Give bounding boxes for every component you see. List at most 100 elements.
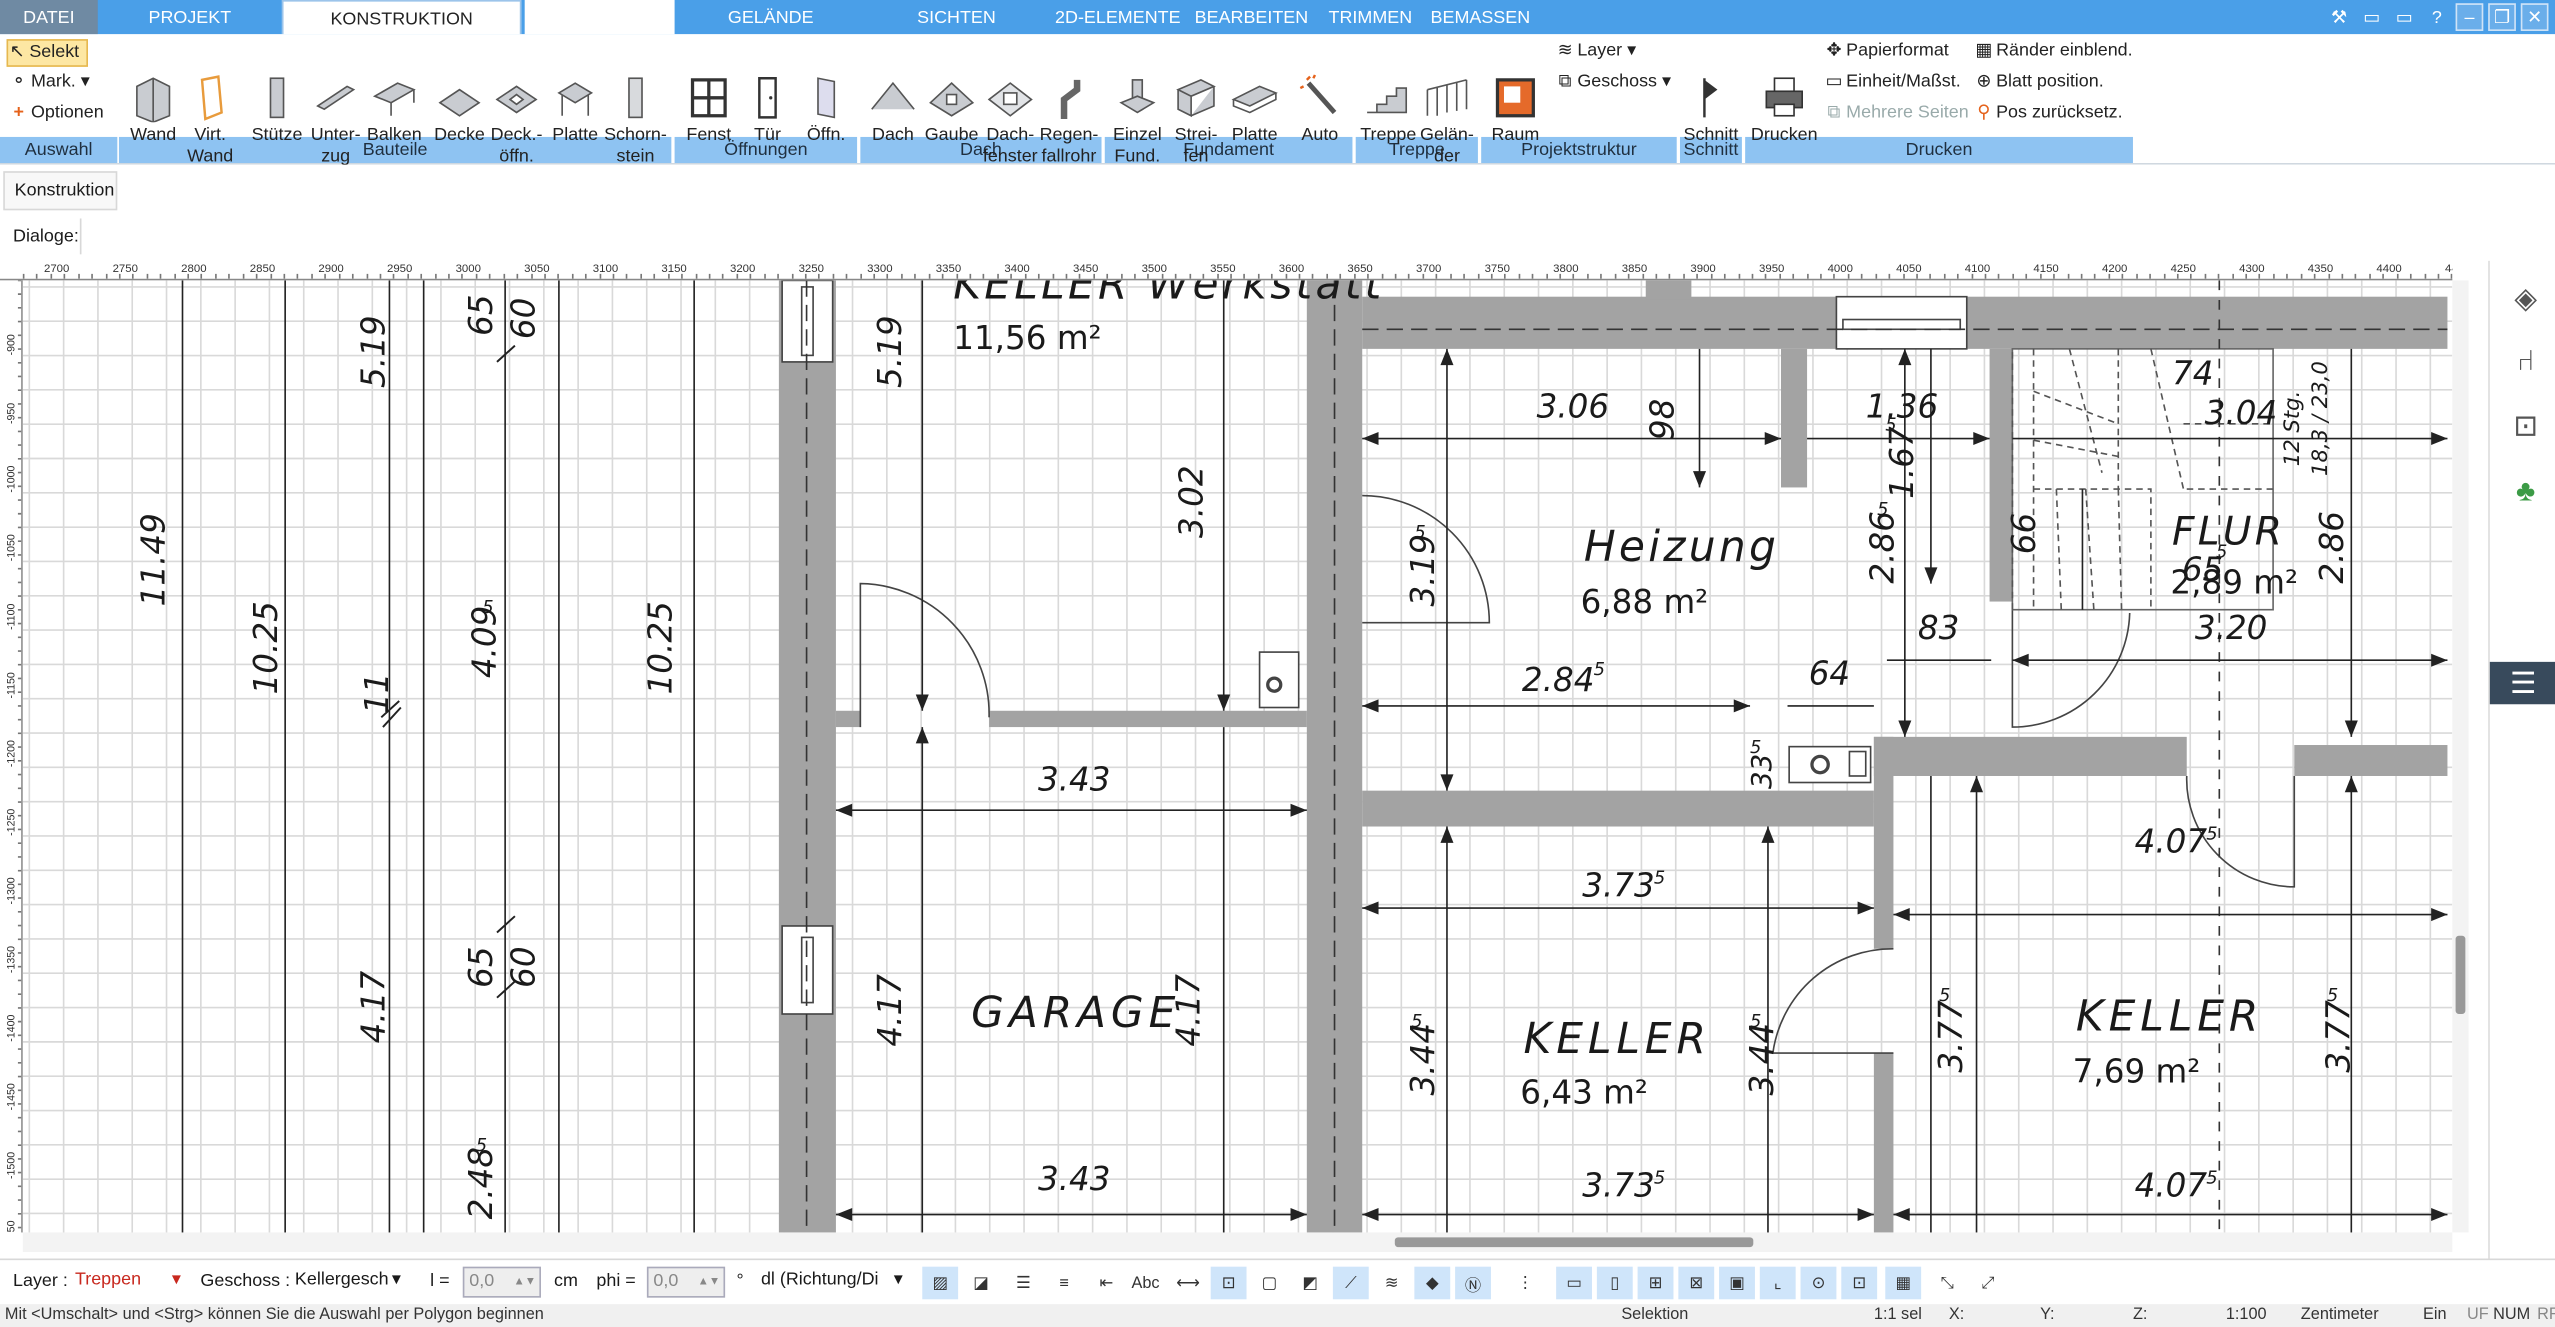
more-icon[interactable]: ⋮: [1507, 1267, 1543, 1300]
vertical-scrollbar[interactable]: [2452, 280, 2469, 1233]
horizontal-scroll-thumb[interactable]: [1394, 1237, 1754, 1248]
pos-zuruecksetzen-button[interactable]: ⚲ Pos zurücksetz.: [1975, 101, 2122, 125]
tree-icon[interactable]: ♣: [2504, 470, 2546, 512]
geschoss-select[interactable]: Kellergesch ▾: [290, 1266, 405, 1298]
plane-icon[interactable]: ◆: [1414, 1266, 1451, 1300]
tab-sichten[interactable]: SICHTEN: [899, 0, 1013, 34]
selekt-button[interactable]: ↖ Selekt: [6, 39, 88, 67]
length-input[interactable]: 0,0 ▲▼: [462, 1266, 541, 1298]
minimize-button[interactable]: –: [2455, 3, 2484, 31]
horizontal-scrollbar[interactable]: [22, 1232, 2453, 1253]
tab-bearbeiten[interactable]: BEARBEITEN: [1194, 0, 1309, 34]
panel-title[interactable]: Konstruktion: [3, 171, 118, 211]
decke-button[interactable]: Decke: [430, 73, 489, 146]
dimension-style-icon[interactable]: ⇤: [1088, 1267, 1124, 1300]
schnitt-button[interactable]: Schnitt: [1680, 73, 1742, 146]
einzelfundament-button[interactable]: Einzel Fund.: [1108, 73, 1167, 168]
wand-button[interactable]: Wand: [124, 73, 183, 146]
tab-2d-elemente[interactable]: 2D-ELEMENTE: [1051, 0, 1185, 34]
view-plan-icon[interactable]: ⊞: [1637, 1266, 1674, 1300]
focus-icon[interactable]: ⊡: [2504, 404, 2546, 446]
tab-konstruktion[interactable]: KONSTRUKTION: [281, 0, 522, 35]
gaube-button[interactable]: Gaube: [922, 73, 981, 146]
drucken-button[interactable]: Drucken: [1748, 73, 1820, 146]
mehrere-seiten-button[interactable]: ⧉ Mehrere Seiten: [1825, 101, 1969, 125]
stuetze-button[interactable]: Stütze: [248, 73, 307, 146]
floor-plan[interactable]: 11.49 10.25 5.19 11 4.09 65 60 4.17 65 6…: [22, 280, 2453, 1233]
restore-button[interactable]: ❐: [2488, 3, 2516, 31]
frame-icon[interactable]: ▢: [1251, 1267, 1287, 1300]
dim-text: 4.07: [2135, 1167, 2208, 1205]
grid-icon[interactable]: ▦: [1885, 1266, 1922, 1300]
spinner-icon[interactable]: ▲▼: [698, 1268, 721, 1296]
optionen-button[interactable]: + Optionen: [10, 101, 103, 125]
fundamentplatte-button[interactable]: Platte: [1225, 73, 1284, 146]
schornstein-button[interactable]: Schorn- stein: [603, 73, 668, 168]
einheit-massstab-button[interactable]: ▭ Einheit/Maßst.: [1825, 70, 1960, 94]
folder-open-icon[interactable]: ▭: [2390, 3, 2418, 31]
treppe-button[interactable]: Treppe: [1359, 73, 1418, 146]
tab-trimmen[interactable]: TRIMMEN: [1320, 0, 1421, 34]
layer-dropdown[interactable]: ≋ Layer ▾: [1556, 39, 1637, 63]
material-icon[interactable]: ◩: [1292, 1267, 1328, 1300]
view-image-icon[interactable]: ▣: [1719, 1266, 1755, 1300]
snap-box-icon[interactable]: ⊡: [1210, 1266, 1247, 1300]
platte-button[interactable]: Platte: [547, 73, 602, 146]
close-button[interactable]: ✕: [2520, 3, 2549, 31]
menu-icon[interactable]: ☰: [2489, 661, 2555, 705]
line-weight-icon[interactable]: ☰: [1005, 1267, 1041, 1300]
tab-blank[interactable]: [524, 0, 675, 35]
text-style-icon[interactable]: Abc: [1128, 1267, 1164, 1300]
auto-button[interactable]: Auto: [1291, 73, 1350, 146]
mark-button[interactable]: ⚬ Mark. ▾: [10, 70, 90, 94]
view-page-icon[interactable]: ▯: [1596, 1266, 1633, 1300]
hatch-icon[interactable]: ▨: [922, 1266, 959, 1300]
help-icon[interactable]: ?: [2423, 3, 2451, 31]
regenfallrohr-button[interactable]: Regen- fallrohr: [1040, 73, 1098, 168]
snap-settings-icon[interactable]: ⤡: [1929, 1267, 1965, 1300]
tuer-button[interactable]: Tür: [740, 73, 795, 146]
drawing-canvas[interactable]: 11.49 10.25 5.19 11 4.09 65 60 4.17 65 6…: [22, 280, 2453, 1233]
view-zoom-icon[interactable]: ⊠: [1678, 1266, 1715, 1300]
view-cad-icon[interactable]: ⊡: [1841, 1266, 1878, 1300]
dach-button[interactable]: Dach: [864, 73, 923, 146]
papierformat-button[interactable]: ✥ Papierformat: [1825, 39, 1948, 63]
line-style-icon[interactable]: ≡: [1046, 1267, 1082, 1300]
oeffnung-button[interactable]: Öffn.: [798, 73, 853, 146]
unterzug-button[interactable]: Unter- zug: [306, 73, 365, 168]
view-center-icon[interactable]: ⊙: [1800, 1266, 1837, 1300]
tab-gelaende[interactable]: GELÄNDE: [701, 0, 841, 34]
raum-button[interactable]: Raum: [1486, 73, 1545, 146]
folder-icon[interactable]: ▭: [2358, 3, 2386, 31]
balken-button[interactable]: Balken: [365, 73, 424, 146]
virt-wand-button[interactable]: Virt. Wand: [182, 73, 237, 168]
view-2d-icon[interactable]: ▭: [1556, 1266, 1592, 1300]
geschoss-dropdown[interactable]: ⧉ Geschoss ▾: [1556, 70, 1671, 94]
direction-select[interactable]: dl (Richtung/Di ▾: [756, 1266, 906, 1298]
vertical-scroll-thumb[interactable]: [2455, 935, 2466, 1014]
deckenoeffnung-button[interactable]: Deck.- öffn.: [489, 73, 544, 168]
north-icon[interactable]: Ⓝ: [1455, 1266, 1491, 1300]
fill-icon[interactable]: ◪: [963, 1267, 999, 1300]
raender-einblenden-button[interactable]: ▦ Ränder einblend.: [1975, 39, 2132, 63]
spinner-icon[interactable]: ▲▼: [514, 1268, 537, 1296]
angle-input[interactable]: 0,0 ▲▼: [646, 1266, 726, 1298]
pointer-snap-icon[interactable]: ⤢: [1970, 1267, 2006, 1300]
tab-bemassen[interactable]: BEMASSEN: [1429, 0, 1532, 34]
streifenfundament-button[interactable]: Strei- fen: [1167, 73, 1226, 168]
view-corner-icon[interactable]: ⌞: [1759, 1266, 1796, 1300]
layer-stack-icon[interactable]: ≋: [1374, 1267, 1410, 1300]
gelaender-button[interactable]: Gelän- der: [1418, 73, 1477, 168]
tools-icon[interactable]: ⚒: [2325, 3, 2353, 31]
tab-projekt[interactable]: PROJEKT: [98, 0, 282, 34]
tab-datei[interactable]: DATEI: [0, 0, 98, 35]
dachfenster-button[interactable]: Dach- fenster: [981, 73, 1040, 168]
measure-icon[interactable]: ⟷: [1170, 1267, 1206, 1300]
blatt-positionieren-button[interactable]: ⊕ Blatt position.: [1975, 70, 2103, 94]
armchair-icon[interactable]: ⑁: [2504, 339, 2546, 381]
ruler-tick: [1477, 273, 1479, 279]
layer-select[interactable]: Treppen ▾: [70, 1266, 185, 1298]
snap-line-icon[interactable]: ⟋: [1332, 1266, 1369, 1300]
fenster-button[interactable]: Fenst: [681, 73, 736, 146]
layers-stack-icon[interactable]: ◈: [2504, 277, 2546, 319]
